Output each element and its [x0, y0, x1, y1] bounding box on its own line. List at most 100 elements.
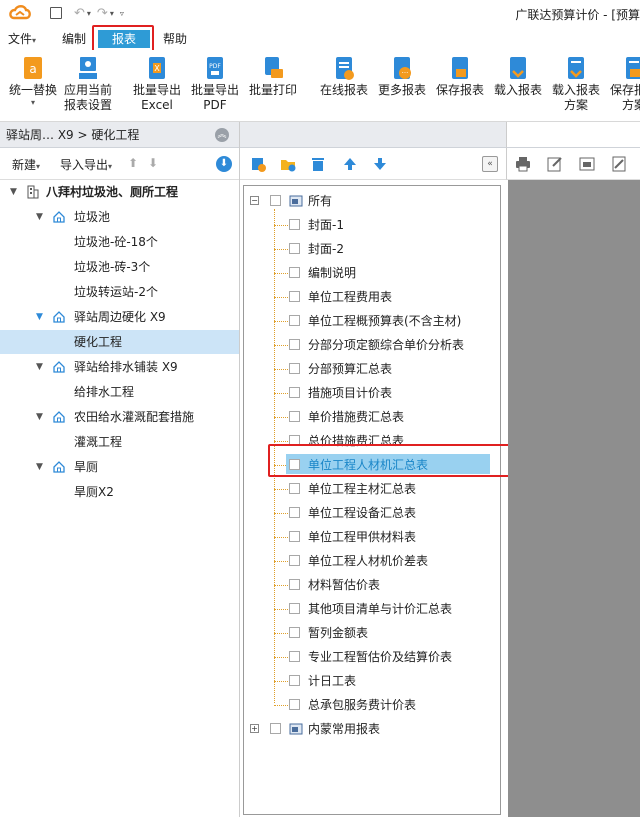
add-report-icon[interactable]: [250, 156, 266, 172]
report-item[interactable]: 总价措施费汇总表: [244, 429, 500, 453]
report-item[interactable]: 单位工程主材汇总表: [244, 477, 500, 501]
batch-export-excel-button[interactable]: X 批量导出 Excel: [128, 52, 186, 118]
checkbox[interactable]: [289, 363, 300, 374]
checkbox[interactable]: [270, 723, 281, 734]
design-icon[interactable]: [579, 156, 595, 172]
expand-triangle-icon[interactable]: ▼: [36, 455, 43, 479]
tree-group[interactable]: ▼ 旱厕: [0, 455, 239, 479]
report-group-inner-mongolia[interactable]: 内蒙常用报表: [244, 717, 500, 741]
save-icon[interactable]: [50, 7, 62, 19]
collapse-left-icon[interactable]: «: [482, 156, 498, 172]
checkbox[interactable]: [289, 699, 300, 710]
add-folder-icon[interactable]: [280, 156, 296, 172]
edit-icon[interactable]: [547, 156, 563, 172]
checkbox[interactable]: [289, 459, 300, 470]
expand-triangle-icon[interactable]: ▼: [36, 405, 43, 429]
report-item[interactable]: 单价措施费汇总表: [244, 405, 500, 429]
tree-group[interactable]: ▼ 垃圾池: [0, 205, 239, 229]
checkbox[interactable]: [270, 195, 281, 206]
report-item[interactable]: 单位工程费用表: [244, 285, 500, 309]
checkbox[interactable]: [289, 315, 300, 326]
report-item[interactable]: 总承包服务费计价表: [244, 693, 500, 717]
import-export-button[interactable]: 导入导出▾: [60, 156, 112, 173]
report-item[interactable]: 分部分项定额综合单价分析表: [244, 333, 500, 357]
collapse-up-icon[interactable]: ︽: [215, 128, 229, 142]
checkbox[interactable]: [289, 267, 300, 278]
menu-report[interactable]: 报表: [98, 30, 151, 48]
checkbox[interactable]: [289, 339, 300, 350]
save-report-scheme-button[interactable]: 保存报表 方案: [605, 52, 640, 118]
checkbox[interactable]: [289, 387, 300, 398]
checkbox[interactable]: [289, 603, 300, 614]
breadcrumb-text[interactable]: 驿站周… X9 > 硬化工程: [6, 128, 139, 142]
save-report-button[interactable]: 保存报表: [431, 52, 489, 118]
tree-item[interactable]: 垃圾池-砼-18个: [0, 230, 239, 254]
report-item[interactable]: 材料暂估价表: [244, 573, 500, 597]
download-icon[interactable]: ⬇: [216, 156, 232, 172]
online-report-button[interactable]: 在线报表: [315, 52, 373, 118]
expand-triangle-icon[interactable]: ▼: [36, 305, 43, 329]
delete-icon[interactable]: [310, 156, 326, 172]
checkbox[interactable]: [289, 555, 300, 566]
report-item[interactable]: 单位工程设备汇总表: [244, 501, 500, 525]
menu-edit[interactable]: 编制: [62, 31, 86, 48]
more-reports-button[interactable]: ··· 更多报表: [373, 52, 431, 118]
report-item[interactable]: 单位工程人材机汇总表: [244, 453, 500, 477]
apply-report-settings-button[interactable]: 应用当前 报表设置: [59, 52, 117, 118]
checkbox[interactable]: [289, 243, 300, 254]
tree-item[interactable]: 旱厕X2: [0, 480, 239, 504]
batch-print-button[interactable]: 批量打印: [244, 52, 302, 118]
expand-triangle-icon[interactable]: ▼: [10, 180, 17, 204]
move-up-icon[interactable]: ⬆: [128, 156, 138, 170]
report-group-all[interactable]: 所有: [244, 189, 500, 213]
undo-icon[interactable]: ↶: [74, 6, 85, 21]
checkbox[interactable]: [289, 579, 300, 590]
tree-group[interactable]: ▼ 驿站给排水铺装 X9: [0, 355, 239, 379]
report-item[interactable]: 编制说明: [244, 261, 500, 285]
report-item[interactable]: 专业工程暂估价及结算价表: [244, 645, 500, 669]
load-report-scheme-button[interactable]: 载入报表 方案: [547, 52, 605, 118]
load-report-button[interactable]: 载入报表: [489, 52, 547, 118]
checkbox[interactable]: [289, 219, 300, 230]
checkbox[interactable]: [289, 507, 300, 518]
checkbox[interactable]: [289, 411, 300, 422]
report-item[interactable]: 单位工程甲供材料表: [244, 525, 500, 549]
report-item[interactable]: 暂列金额表: [244, 621, 500, 645]
checkbox[interactable]: [289, 483, 300, 494]
report-item[interactable]: 单位工程概预算表(不含主材): [244, 309, 500, 333]
report-item[interactable]: 单位工程人材机价差表: [244, 549, 500, 573]
checkbox[interactable]: [289, 675, 300, 686]
checkbox[interactable]: [289, 531, 300, 542]
tree-item[interactable]: 硬化工程: [0, 330, 239, 354]
expand-triangle-icon[interactable]: ▼: [36, 205, 43, 229]
tree-group[interactable]: ▼ 农田给水灌溉配套措施: [0, 405, 239, 429]
batch-export-pdf-button[interactable]: PDF 批量导出 PDF: [186, 52, 244, 118]
new-button[interactable]: 新建▾: [12, 156, 40, 173]
move-up-icon[interactable]: [342, 156, 358, 172]
tree-item[interactable]: 灌溉工程: [0, 430, 239, 454]
checkbox[interactable]: [289, 291, 300, 302]
report-item[interactable]: 计日工表: [244, 669, 500, 693]
move-down-icon[interactable]: [372, 156, 388, 172]
redo-icon[interactable]: ↷: [97, 6, 108, 21]
report-item[interactable]: 措施项目计价表: [244, 381, 500, 405]
tree-group[interactable]: ▼ 驿站周边硬化 X9: [0, 305, 239, 329]
tree-item[interactable]: 垃圾转运站-2个: [0, 280, 239, 304]
report-item[interactable]: 封面-1: [244, 213, 500, 237]
customize-icon[interactable]: ▿: [120, 9, 124, 18]
unified-replace-button[interactable]: a 统一替换 ▾: [4, 52, 62, 118]
print-icon[interactable]: [515, 156, 531, 172]
menu-file[interactable]: 文件▾: [8, 31, 36, 48]
report-item[interactable]: 分部预算汇总表: [244, 357, 500, 381]
checkbox[interactable]: [289, 435, 300, 446]
menu-help[interactable]: 帮助: [163, 31, 187, 48]
report-item[interactable]: 其他项目清单与计价汇总表: [244, 597, 500, 621]
expand-triangle-icon[interactable]: ▼: [36, 355, 43, 379]
tree-item[interactable]: 垃圾池-砖-3个: [0, 255, 239, 279]
tree-root[interactable]: ▼ 八拜村垃圾池、厕所工程: [0, 180, 239, 204]
page-setup-icon[interactable]: [611, 156, 627, 172]
report-item[interactable]: 封面-2: [244, 237, 500, 261]
checkbox[interactable]: [289, 651, 300, 662]
tree-item[interactable]: 给排水工程: [0, 380, 239, 404]
move-down-icon[interactable]: ⬇: [148, 156, 158, 170]
